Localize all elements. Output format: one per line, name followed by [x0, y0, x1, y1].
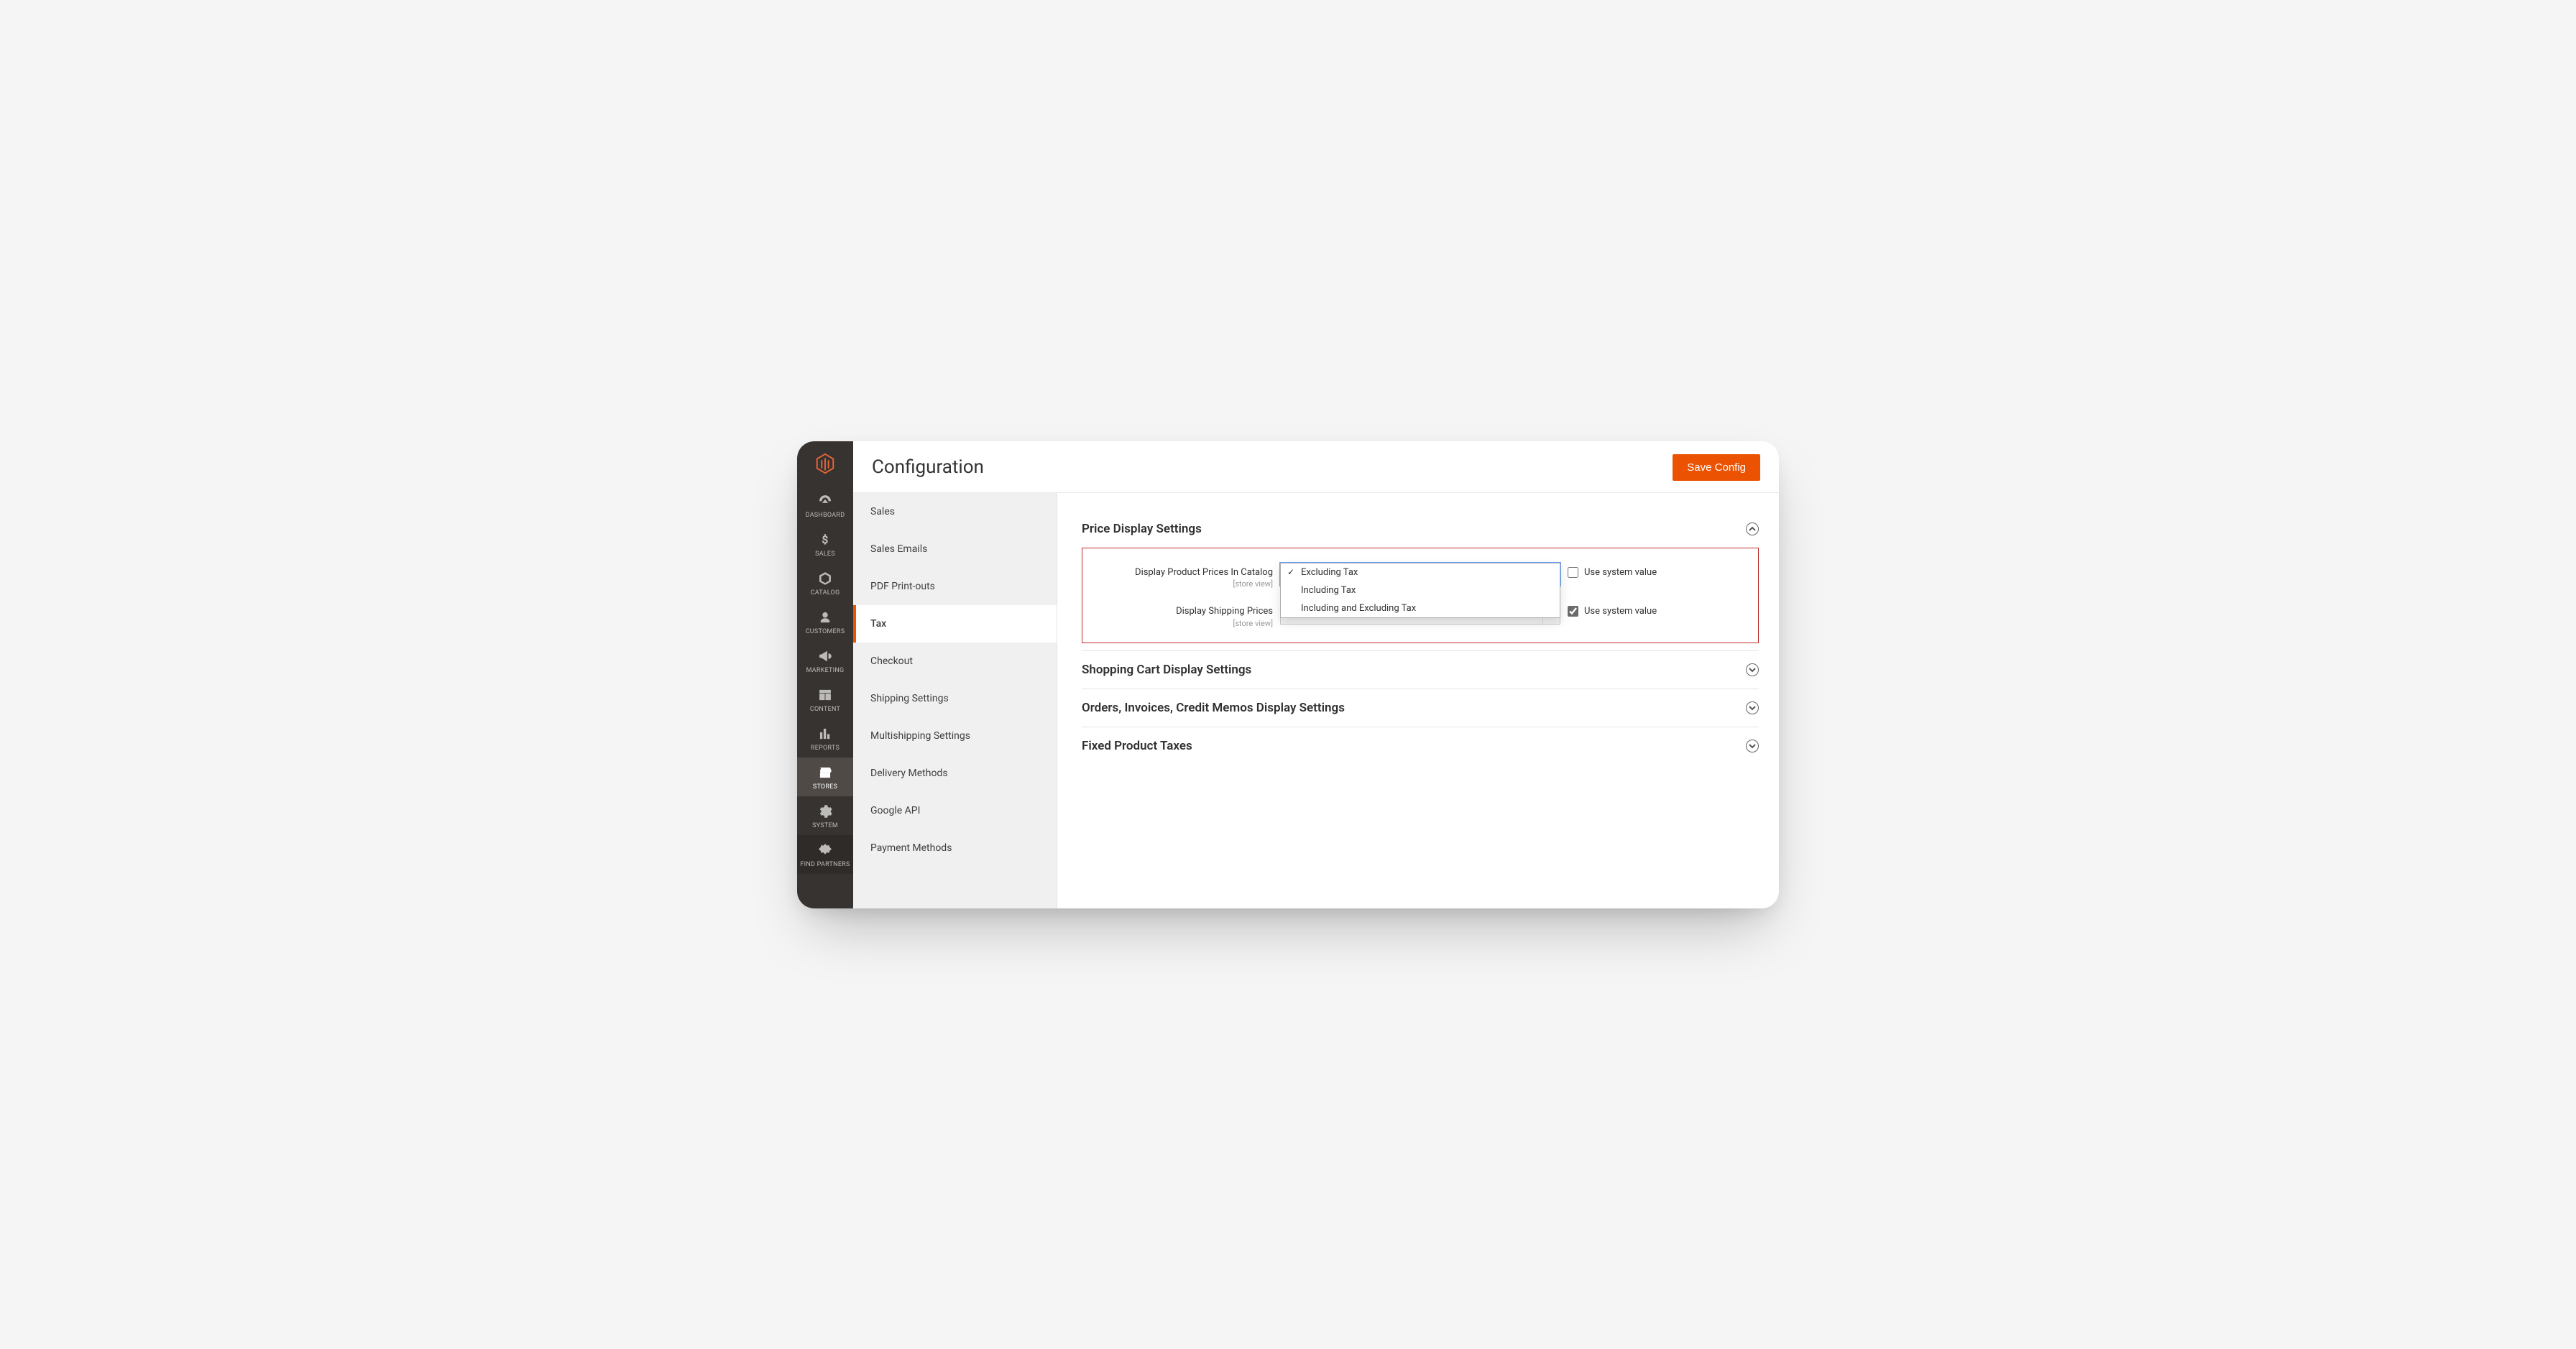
field-label-shipping-price: Display Shipping Prices [store view] [1090, 602, 1273, 628]
check-icon-placeholder [1287, 585, 1295, 595]
use-system-label[interactable]: Use system value [1584, 567, 1657, 578]
field-row-catalog-price: Display Product Prices In Catalog [store… [1090, 563, 1751, 589]
dropdown-catalog-price[interactable]: ✓ Excluding Tax Including Tax [1280, 563, 1560, 618]
field-label-text: Display Shipping Prices [1176, 606, 1273, 617]
sidebar-item-payment-methods[interactable]: Payment Methods [853, 829, 1057, 867]
dropdown-option-excluding-tax[interactable]: ✓ Excluding Tax [1281, 563, 1560, 581]
chevron-down-icon [1746, 740, 1759, 752]
admin-nav: DASHBOARD $ SALES CATALOG CUSTOMERS [797, 441, 853, 908]
dollar-icon: $ [817, 532, 833, 548]
app-shell: DASHBOARD $ SALES CATALOG CUSTOMERS [797, 441, 1779, 908]
field-label-catalog-price: Display Product Prices In Catalog [store… [1090, 563, 1273, 589]
nav-item-label: FIND PARTNERS [800, 861, 850, 868]
sidebar-item-pdf-printouts[interactable]: PDF Print-outs [853, 568, 1057, 605]
sidebar-item-sales-emails[interactable]: Sales Emails [853, 530, 1057, 568]
sidebar-item-multishipping-settings[interactable]: Multishipping Settings [853, 717, 1057, 755]
nav-item-catalog[interactable]: CATALOG [797, 563, 853, 602]
dropdown-option-label: Including and Excluding Tax [1301, 603, 1416, 614]
content-area: Price Display Settings Display Product P… [1057, 493, 1779, 908]
use-system-label[interactable]: Use system value [1584, 606, 1657, 617]
section-header-price-display[interactable]: Price Display Settings [1082, 510, 1759, 548]
section-title: Orders, Invoices, Credit Memos Display S… [1082, 701, 1345, 715]
box-icon [817, 571, 833, 586]
nav-item-label: SYSTEM [812, 822, 838, 829]
dashboard-icon [817, 493, 833, 509]
megaphone-icon [817, 648, 833, 664]
use-system-checkbox-shipping-price[interactable] [1568, 606, 1578, 617]
sidebar-item-tax[interactable]: Tax [853, 605, 1057, 643]
nav-item-find-partners[interactable]: FIND PARTNERS [797, 835, 853, 874]
layout-icon [817, 687, 833, 703]
dropdown-option-label: Excluding Tax [1301, 567, 1358, 578]
check-icon: ✓ [1287, 567, 1295, 577]
nav-item-system[interactable]: SYSTEM [797, 796, 853, 835]
section-title: Price Display Settings [1082, 522, 1202, 536]
section-title: Shopping Cart Display Settings [1082, 663, 1251, 677]
use-system-checkbox-catalog-price[interactable] [1568, 567, 1578, 578]
section-title: Fixed Product Taxes [1082, 739, 1192, 753]
dropdown-option-including-tax[interactable]: Including Tax [1281, 581, 1560, 599]
section-header-orders-display[interactable]: Orders, Invoices, Credit Memos Display S… [1082, 689, 1759, 727]
sidebar-item-shipping-settings[interactable]: Shipping Settings [853, 680, 1057, 717]
dropdown-option-label: Including Tax [1301, 585, 1356, 596]
gear-icon [817, 804, 833, 819]
body-row: Sales Sales Emails PDF Print-outs Tax Ch… [853, 493, 1779, 908]
chevron-down-icon [1746, 701, 1759, 714]
section-header-cart-display[interactable]: Shopping Cart Display Settings [1082, 650, 1759, 689]
nav-item-sales[interactable]: $ SALES [797, 525, 853, 563]
field-scope: [store view] [1090, 619, 1273, 628]
person-icon [817, 609, 833, 625]
dropdown-option-incl-and-excl-tax[interactable]: Including and Excluding Tax [1281, 599, 1560, 617]
app-frame: DASHBOARD $ SALES CATALOG CUSTOMERS [797, 441, 1779, 908]
nav-item-reports[interactable]: REPORTS [797, 719, 853, 758]
config-sidebar: Sales Sales Emails PDF Print-outs Tax Ch… [853, 493, 1057, 908]
storefront-icon [817, 765, 833, 781]
nav-item-label: CUSTOMERS [806, 628, 845, 635]
sidebar-item-delivery-methods[interactable]: Delivery Methods [853, 755, 1057, 792]
chevron-down-icon [1746, 663, 1759, 676]
nav-item-label: CATALOG [811, 589, 840, 597]
check-icon-placeholder [1287, 603, 1295, 613]
nav-item-stores[interactable]: STORES [797, 758, 853, 796]
chevron-up-icon [1746, 522, 1759, 535]
nav-item-label: REPORTS [811, 745, 840, 752]
sidebar-item-google-api[interactable]: Google API [853, 792, 1057, 829]
nav-item-dashboard[interactable]: DASHBOARD [797, 486, 853, 525]
field-label-text: Display Product Prices In Catalog [1135, 567, 1273, 578]
sidebar-item-checkout[interactable]: Checkout [853, 643, 1057, 680]
sidebar-item-sales[interactable]: Sales [853, 493, 1057, 530]
magento-logo[interactable] [797, 441, 853, 486]
page-header: Configuration Save Config [853, 441, 1779, 493]
use-system-value-shipping-price: Use system value [1568, 602, 1697, 617]
select-wrap-catalog-price: Excluding Tax ✓ Excluding Tax [1280, 563, 1560, 586]
nav-item-marketing[interactable]: MARKETING [797, 641, 853, 680]
save-config-button[interactable]: Save Config [1673, 454, 1760, 481]
field-scope: [store view] [1090, 579, 1273, 589]
nav-item-content[interactable]: CONTENT [797, 680, 853, 719]
main-column: Configuration Save Config Sales Sales Em… [853, 441, 1779, 908]
nav-item-label: STORES [813, 783, 837, 791]
page-title: Configuration [872, 456, 984, 478]
section-header-fpt[interactable]: Fixed Product Taxes [1082, 727, 1759, 765]
bar-chart-icon [817, 726, 833, 742]
nav-item-label: MARKETING [806, 667, 845, 674]
nav-item-label: CONTENT [810, 706, 840, 713]
svg-text:$: $ [822, 533, 829, 546]
price-display-highlight: Display Product Prices In Catalog [store… [1082, 548, 1759, 644]
nav-item-customers[interactable]: CUSTOMERS [797, 602, 853, 641]
nav-item-label: SALES [815, 551, 835, 558]
partners-icon [817, 842, 833, 858]
use-system-value-catalog-price: Use system value [1568, 563, 1697, 578]
nav-item-label: DASHBOARD [806, 512, 845, 519]
